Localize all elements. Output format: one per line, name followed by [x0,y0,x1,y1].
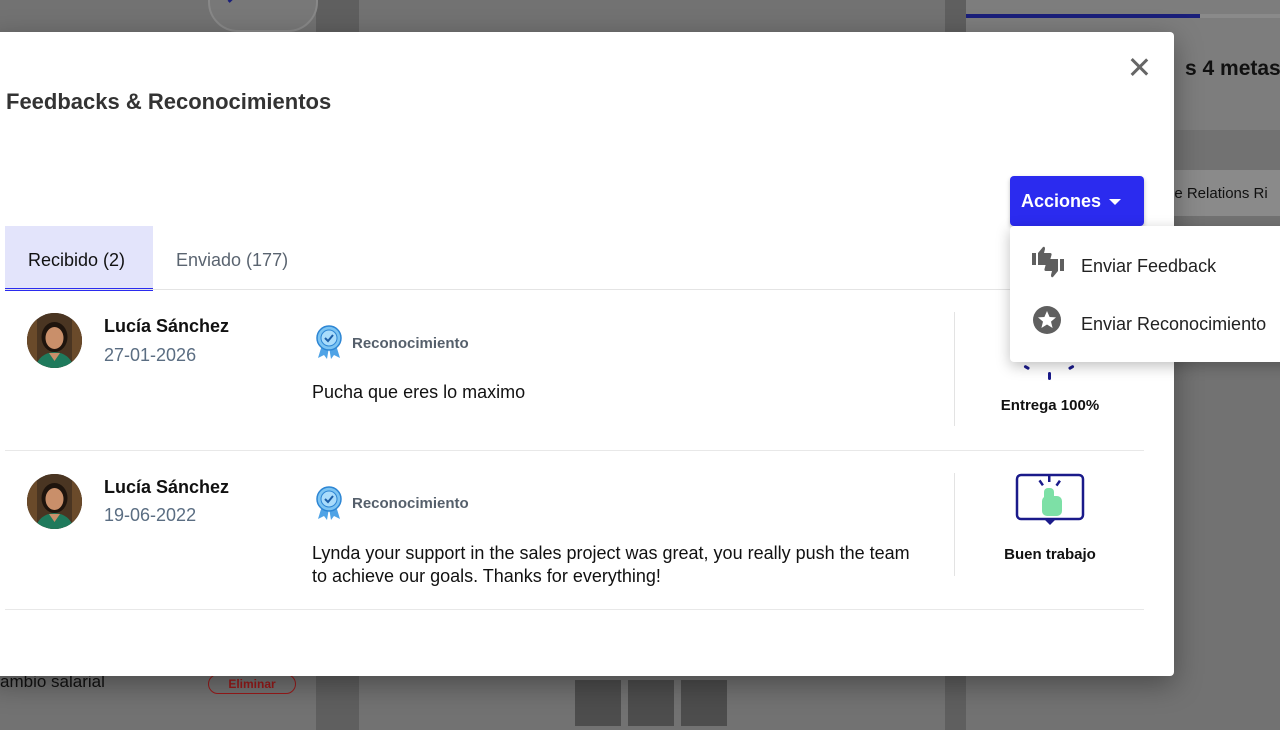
tab-received[interactable]: Recibido (2) [5,226,153,288]
pointing-hand-icon [1014,472,1086,530]
background-eliminar-button: Eliminar [208,674,296,694]
feedback-date: 19-06-2022 [104,505,197,525]
background-metas-text: s 4 metas: [1185,57,1280,80]
avatar [27,474,82,529]
sender-name: Lucía Sánchez [104,477,230,497]
award-label: Buen trabajo [1004,546,1096,563]
star-circle-icon [1032,305,1062,340]
actions-dropdown: Enviar Feedback Enviar Reconocimiento [1010,226,1280,362]
row-divider [954,312,955,426]
menu-item-send-feedback[interactable]: Enviar Feedback [1010,236,1280,294]
background-relations-text: ee Relations Ri [1166,185,1268,202]
menu-item-send-recognition[interactable]: Enviar Reconocimiento [1010,294,1280,352]
actions-button-label: Acciones [1021,191,1102,211]
tab-sent-label: Enviado (177) [176,250,289,270]
tabs-divider [5,289,1144,290]
feedback-type: Reconocimiento [352,495,469,512]
feedback-date: 27-01-2026 [104,345,197,365]
caret-down-icon [1109,199,1121,205]
rosette-icon [315,325,343,359]
background-tools-pill [208,0,318,32]
row-divider [954,473,955,576]
menu-item-label: Enviar Feedback [1081,256,1217,276]
background-square [681,680,727,726]
feedback-message: Pucha que eres lo maximo [312,382,526,402]
row-separator [5,450,1144,451]
award-label: Entrega 100% [1000,397,1100,414]
avatar [27,313,82,368]
thumbs-up-down-icon [1030,245,1066,284]
background-progress-track [1200,14,1280,18]
feedback-type: Reconocimiento [352,335,469,352]
tab-sent[interactable]: Enviado (177) [160,226,310,288]
close-icon[interactable] [1128,56,1150,78]
rosette-icon [315,486,343,520]
background-progress-bar [966,14,1200,18]
tab-received-label: Recibido (2) [28,250,126,270]
sender-name: Lucía Sánchez [104,316,230,336]
row-separator [5,609,1144,610]
menu-item-label: Enviar Reconocimiento [1081,314,1267,334]
award-icon [1020,360,1080,382]
background-square [628,680,674,726]
modal-title: Feedbacks & Reconocimientos [6,89,332,114]
actions-button[interactable]: Acciones [1010,176,1144,226]
feedback-message: Lynda your support in the sales project … [312,543,910,586]
background-square [575,680,621,726]
